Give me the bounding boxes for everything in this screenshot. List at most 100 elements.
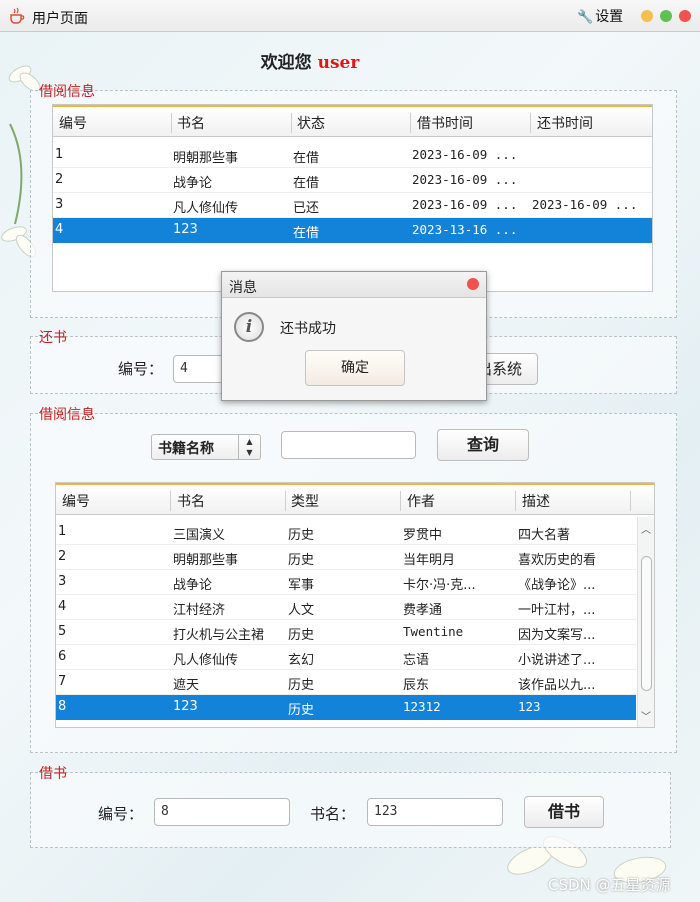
cell-id: 7 [58, 674, 67, 689]
cell-description: 123 [518, 699, 541, 714]
minimize-button[interactable] [641, 10, 653, 22]
cell-author: 12312 [403, 699, 441, 714]
username: user [317, 53, 360, 73]
borrow-form-panel: 借书 编号： 8 书名： 123 借书 [30, 766, 671, 848]
table-row[interactable]: 7 遮天 历史 辰东 该作品以九... [56, 670, 636, 695]
cell-description: 因为文案写... [518, 628, 596, 643]
column-header[interactable]: 还书时间 [537, 113, 593, 133]
cell-return-time: 2023-16-09 ... [532, 197, 638, 212]
chevron-up-down-icon: ▲ ▼ [238, 435, 260, 459]
cell-title: 江村经济 [173, 603, 226, 618]
cell-description: 四大名著 [518, 528, 571, 543]
cell-description: 小说讲述了... [518, 653, 596, 668]
wrench-icon: 🔧 [577, 10, 594, 25]
books-legend: 借阅信息 [39, 407, 95, 423]
table-row[interactable]: 5 打火机与公主裙 历史 Twentine 因为文案写... [56, 620, 636, 645]
table-header: 编号 书名 类型 作者 描述 [56, 483, 654, 515]
search-input[interactable] [281, 431, 416, 459]
cell-status: 在借 [293, 226, 320, 241]
cell-title: 凡人修仙传 [173, 653, 239, 668]
search-button[interactable]: 查询 [437, 429, 529, 461]
column-header[interactable]: 借书时间 [417, 113, 473, 133]
cell-author: 卡尔·冯·克... [403, 578, 476, 593]
chevron-down-icon[interactable]: ﹀ [641, 708, 651, 723]
cell-id: 6 [58, 649, 67, 664]
cell-author: Twentine [403, 624, 464, 639]
cell-title: 遮天 [173, 678, 200, 693]
table-row[interactable]: 2 战争论 在借 2023-16-09 ... [53, 168, 652, 193]
scrollbar-thumb[interactable] [641, 556, 652, 692]
cell-author: 费孝通 [403, 603, 443, 618]
cell-author: 忘语 [403, 653, 430, 668]
table-row[interactable]: 6 凡人修仙传 玄幻 忘语 小说讲述了... [56, 645, 636, 670]
cell-borrow-time: 2023-16-09 ... [412, 172, 518, 187]
cell-title: 123 [173, 699, 198, 714]
column-header[interactable]: 编号 [62, 491, 90, 511]
return-id-label: 编号： [118, 360, 164, 378]
ok-button[interactable]: 确定 [305, 350, 405, 386]
table-row-selected[interactable]: 4 123 在借 2023-13-16 ... [53, 218, 652, 243]
java-cup-icon [10, 7, 25, 24]
cell-status: 已还 [293, 201, 320, 216]
column-header[interactable]: 书名 [177, 113, 205, 133]
cell-type: 人文 [288, 603, 315, 618]
cell-description: 喜欢历史的看 [518, 553, 597, 568]
cell-type: 历史 [288, 703, 315, 718]
cell-id: 2 [58, 549, 67, 564]
cell-id: 4 [58, 599, 67, 614]
info-icon: i [234, 312, 264, 342]
dialog-close-button[interactable] [467, 278, 479, 290]
column-header[interactable]: 编号 [59, 113, 87, 133]
cell-author: 当年明月 [403, 553, 456, 568]
table-row[interactable]: 2 明朝那些事 历史 当年明月 喜欢历史的看 [56, 545, 636, 570]
dialog-title: 消息 [229, 280, 257, 296]
column-header[interactable]: 作者 [407, 491, 435, 511]
message-dialog: 消息 i 还书成功 确定 [221, 271, 487, 401]
borrow-book-button[interactable]: 借书 [524, 796, 604, 828]
cell-title: 123 [173, 222, 198, 237]
filter-selected-option: 书籍名称 [158, 441, 214, 457]
cell-status: 在借 [293, 176, 320, 191]
books-table-scrollbar[interactable]: ︿ ﹀ [637, 517, 654, 727]
cell-id: 2 [55, 172, 64, 187]
table-row[interactable]: 3 凡人修仙传 已还 2023-16-09 ... 2023-16-09 ... [53, 193, 652, 218]
maximize-button[interactable] [660, 10, 672, 22]
books-table[interactable]: 编号 书名 类型 作者 描述 1 三国演义 历史 罗贯中 四大名著 2 明朝那些… [55, 482, 655, 728]
column-header[interactable]: 类型 [291, 491, 319, 511]
cell-borrow-time: 2023-13-16 ... [412, 222, 518, 237]
cell-title: 明朝那些事 [173, 553, 239, 568]
column-header[interactable]: 书名 [177, 491, 205, 511]
cell-id: 1 [55, 147, 64, 162]
book-name-input[interactable]: 123 [367, 798, 503, 826]
table-row[interactable]: 1 三国演义 历史 罗贯中 四大名著 [56, 520, 636, 545]
welcome-prefix: 欢迎您 [260, 53, 312, 73]
cell-type: 历史 [288, 528, 315, 543]
chevron-up-icon[interactable]: ︿ [641, 521, 651, 536]
column-header[interactable]: 描述 [522, 491, 550, 511]
settings-label: 设置 [595, 9, 624, 25]
cell-title: 战争论 [173, 176, 213, 191]
cell-id: 4 [55, 222, 64, 237]
close-button[interactable] [679, 10, 691, 22]
table-header: 编号 书名 状态 借书时间 还书时间 [53, 105, 652, 137]
cell-id: 3 [58, 574, 67, 589]
cell-title: 打火机与公主裙 [173, 628, 265, 643]
cell-type: 玄幻 [288, 653, 315, 668]
cell-title: 明朝那些事 [173, 151, 239, 166]
cell-title: 凡人修仙传 [173, 201, 239, 216]
borrow-id-input[interactable]: 8 [154, 798, 290, 826]
title-bar: 用户页面 🔧 设置 [0, 0, 700, 32]
dialog-title-bar: 消息 [222, 272, 486, 298]
cell-author: 辰东 [403, 678, 430, 693]
filter-select[interactable]: 书籍名称 ▲ ▼ [151, 434, 261, 460]
table-row[interactable]: 4 江村经济 人文 费孝通 一叶江村，... [56, 595, 636, 620]
table-row[interactable]: 1 明朝那些事 在借 2023-16-09 ... [53, 143, 652, 168]
table-row[interactable]: 3 战争论 军事 卡尔·冯·克... 《战争论》... [56, 570, 636, 595]
settings-menu[interactable]: 🔧 设置 [577, 6, 623, 26]
column-header[interactable]: 状态 [297, 113, 325, 133]
cell-id: 5 [58, 624, 67, 639]
cell-status: 在借 [293, 151, 320, 166]
borrow-records-table[interactable]: 编号 书名 状态 借书时间 还书时间 1 明朝那些事 在借 2023-16-09… [52, 104, 653, 292]
dialog-message: 还书成功 [280, 321, 336, 337]
table-row-selected[interactable]: 8 123 历史 12312 123 [56, 695, 636, 720]
